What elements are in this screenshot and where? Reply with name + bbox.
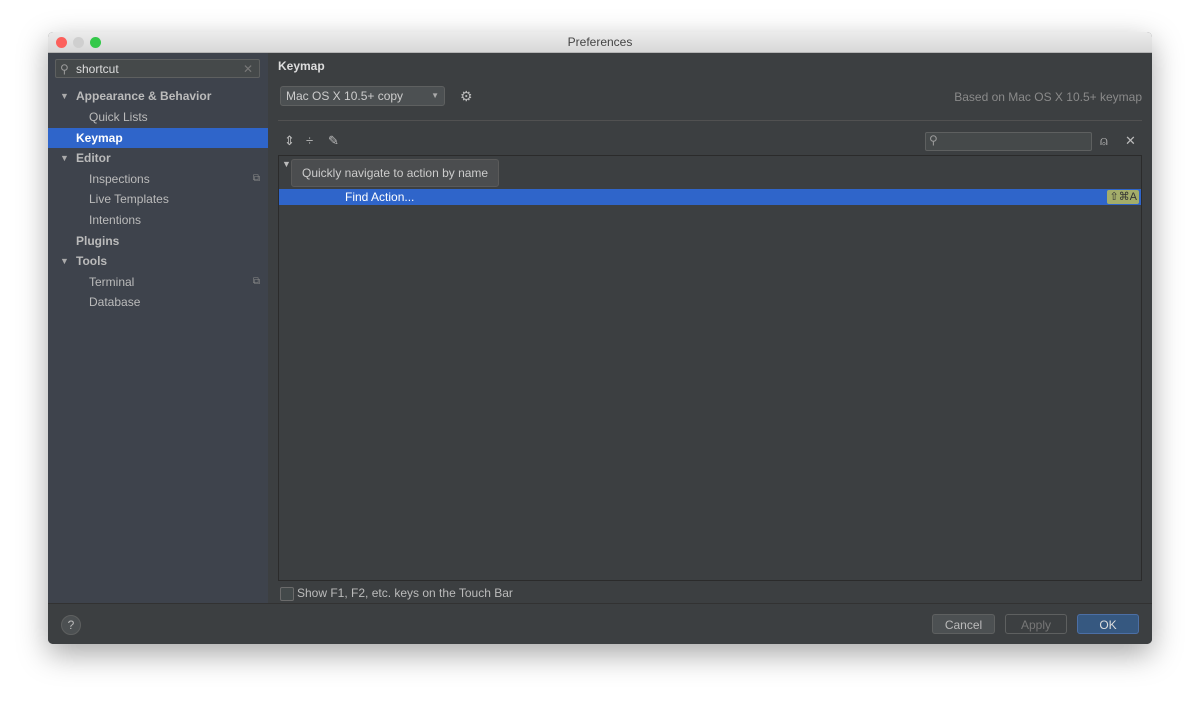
action-tree: ▼ Find Action... ⇧⌘A Quickly navigate to… xyxy=(278,155,1142,581)
maximize-window-button[interactable] xyxy=(90,37,101,48)
search-value: shortcut xyxy=(76,62,119,76)
keymap-panel: Keymap Mac OS X 10.5+ copy ▼ ⚙ Based on M… xyxy=(268,53,1152,604)
sidebar-item-terminal[interactable]: Terminal ⧉ xyxy=(48,272,268,292)
page-title: Keymap xyxy=(278,59,325,73)
window-title: Preferences xyxy=(567,35,633,49)
search-icon: ⚲ xyxy=(60,62,69,76)
chevron-down-icon: ▼ xyxy=(431,91,439,100)
minimize-window-button[interactable] xyxy=(73,37,84,48)
edit-icon[interactable]: ✎ xyxy=(328,133,339,149)
sidebar-item-keymap[interactable]: Keymap xyxy=(48,128,268,148)
sidebar-item-live-templates[interactable]: Live Templates xyxy=(48,189,268,209)
sidebar-item-plugins[interactable]: Plugins xyxy=(48,231,268,251)
expand-all-icon[interactable]: ⇕ xyxy=(284,133,295,149)
clear-icon[interactable]: ✕ xyxy=(243,60,253,79)
project-copy-icon: ⧉ xyxy=(252,276,260,287)
tooltip: Quickly navigate to action by name xyxy=(291,159,500,187)
sidebar-item-tools[interactable]: ▼ Tools xyxy=(48,251,268,271)
close-window-button[interactable] xyxy=(56,37,67,48)
divider xyxy=(278,120,1142,121)
sidebar-item-quick-lists[interactable]: Quick Lists xyxy=(48,107,268,127)
cancel-button[interactable]: Cancel xyxy=(932,614,995,634)
gear-icon[interactable]: ⚙ xyxy=(460,88,473,105)
keymap-search-input[interactable]: ⚲ xyxy=(925,132,1092,151)
keymap-select[interactable]: Mac OS X 10.5+ copy ▼ xyxy=(280,86,445,106)
clear-filter-icon[interactable]: ✕ xyxy=(1125,133,1136,149)
search-icon: ⚲ xyxy=(929,133,938,147)
apply-button[interactable]: Apply xyxy=(1005,614,1067,634)
sidebar-item-inspections[interactable]: Inspections ⧉ xyxy=(48,169,268,189)
sidebar: ⚲ shortcut ✕ ▼ Appearance & Behavior Quic… xyxy=(48,53,268,604)
project-copy-icon: ⧉ xyxy=(252,173,260,184)
expand-arrow-icon[interactable]: ▼ xyxy=(282,159,291,169)
preferences-window: Preferences ⚲ shortcut ✕ ▼ Appearance & B… xyxy=(48,32,1152,644)
collapse-all-icon[interactable]: ÷ xyxy=(306,133,313,148)
sidebar-item-editor[interactable]: ▼ Editor xyxy=(48,148,268,168)
help-button[interactable]: ? xyxy=(61,615,81,635)
sidebar-item-appearance[interactable]: ▼ Appearance & Behavior xyxy=(48,86,268,106)
settings-search-input[interactable]: ⚲ shortcut ✕ xyxy=(55,59,260,78)
footer: ? Cancel Apply OK xyxy=(48,603,1152,644)
ok-button[interactable]: OK xyxy=(1077,614,1139,634)
shortcut-badge: ⇧⌘A xyxy=(1107,190,1139,204)
sidebar-item-database[interactable]: Database xyxy=(48,292,268,312)
touchbar-checkbox[interactable] xyxy=(280,587,294,601)
touchbar-label: Show F1, F2, etc. keys on the Touch Bar xyxy=(297,586,513,600)
title-bar: Preferences xyxy=(48,32,1152,53)
tree-row-find-action[interactable]: Find Action... ⇧⌘A xyxy=(279,189,1141,205)
sidebar-item-intentions[interactable]: Intentions xyxy=(48,210,268,230)
find-by-shortcut-icon[interactable]: ⍝ xyxy=(1100,133,1108,149)
based-on-label: Based on Mac OS X 10.5+ keymap xyxy=(954,90,1142,104)
